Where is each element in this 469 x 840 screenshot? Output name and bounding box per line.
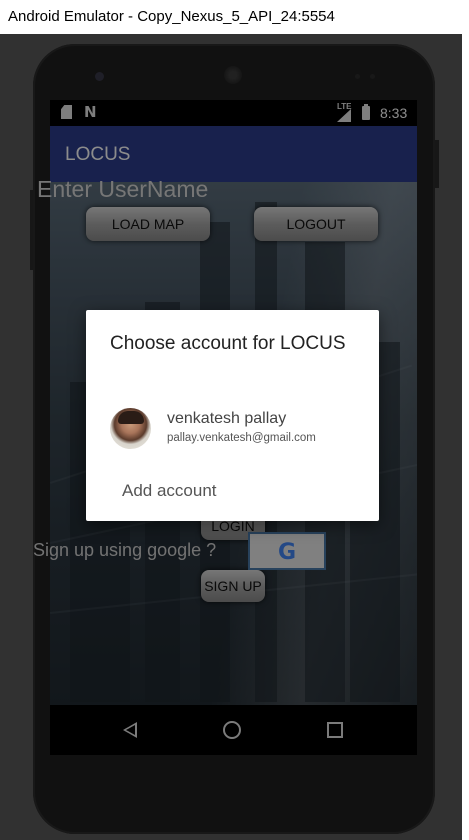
window-edge xyxy=(462,34,469,840)
avatar xyxy=(110,408,151,449)
account-name: venkatesh pallay xyxy=(167,410,287,427)
account-item[interactable]: venkatesh pallay pallay.venkatesh@gmail.… xyxy=(86,404,379,454)
add-account-button[interactable]: Add account xyxy=(122,481,217,501)
emulator-title-bar-overlay: Android Emulator - Copy_Nexus_5_API_24:5… xyxy=(0,0,469,34)
dialog-title: Choose account for LOCUS xyxy=(110,333,346,354)
account-chooser-dialog: Choose account for LOCUS venkatesh palla… xyxy=(86,310,379,521)
window-title: Android Emulator - Copy_Nexus_5_API_24:5… xyxy=(8,8,335,25)
account-email: pallay.venkatesh@gmail.com xyxy=(167,432,316,444)
